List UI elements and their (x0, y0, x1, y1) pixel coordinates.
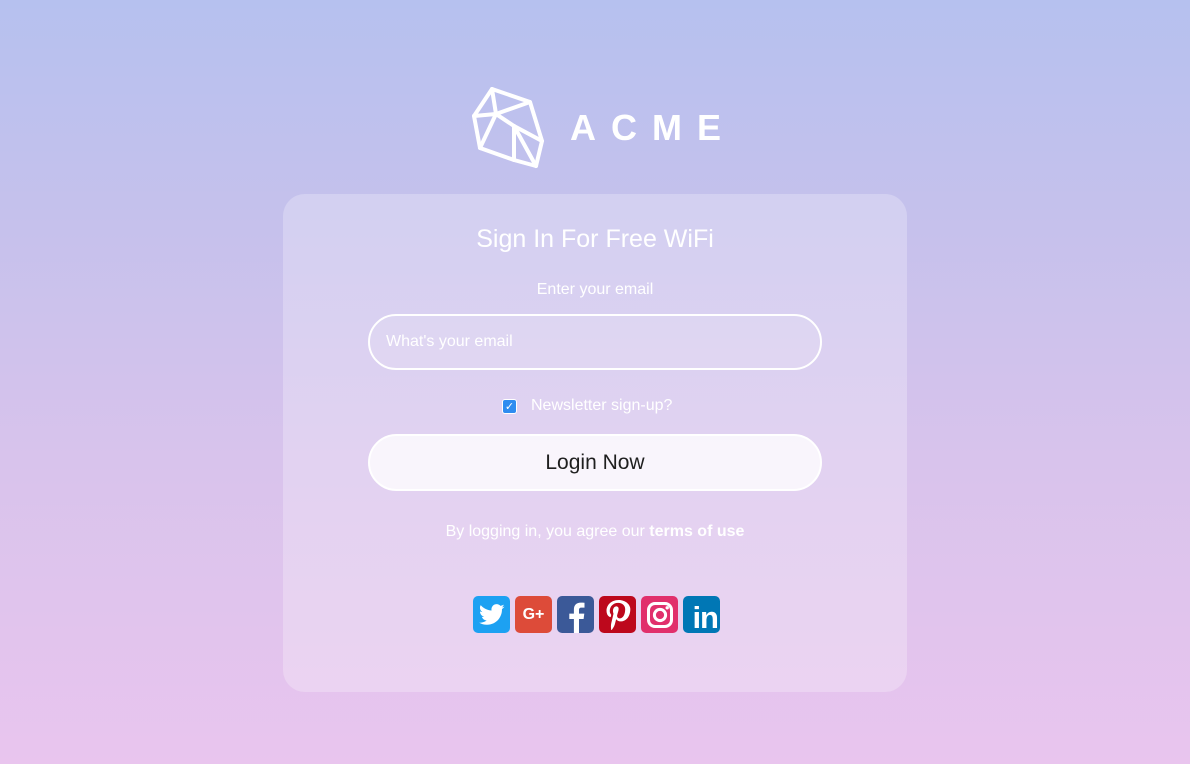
newsletter-checkbox[interactable]: ✓ (502, 398, 517, 414)
email-label: Enter your email (536, 281, 654, 298)
email-input[interactable] (368, 314, 822, 370)
brand-name: ACME (570, 107, 736, 148)
acme-logo: ACME (470, 86, 730, 170)
linkedin-button[interactable]: in (683, 596, 720, 633)
pinterest-icon (606, 599, 630, 630)
social-login-bar: G+ in (473, 596, 720, 633)
terms-notice: By logging in, you agree our terms of us… (0, 522, 1190, 542)
newsletter-label: Newsletter sign-up? (531, 397, 673, 414)
google-plus-icon: G+ (522, 605, 545, 623)
login-button[interactable]: Login Now (368, 434, 822, 491)
instagram-icon (646, 601, 673, 628)
cube-logo-icon (472, 87, 544, 168)
instagram-button[interactable] (641, 596, 678, 633)
twitter-icon (478, 603, 505, 625)
facebook-button[interactable] (557, 596, 594, 633)
page-title: Sign In For Free WiFi (476, 225, 714, 253)
terms-of-use-link[interactable]: terms of use (649, 523, 744, 540)
pinterest-button[interactable] (599, 596, 636, 633)
google-plus-button[interactable]: G+ (515, 596, 552, 633)
linkedin-icon: in (692, 600, 719, 633)
terms-prefix: By logging in, you agree our (445, 523, 645, 540)
newsletter-option[interactable]: ✓ Newsletter sign-up? (502, 396, 672, 416)
twitter-button[interactable] (473, 596, 510, 633)
facebook-icon (568, 602, 584, 633)
